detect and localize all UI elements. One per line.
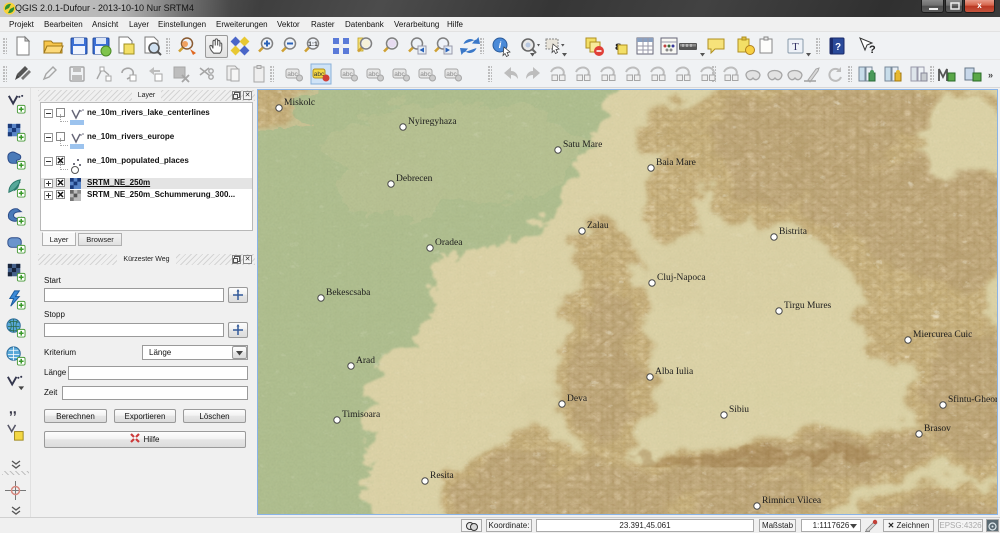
svg-text:,,: ,,	[9, 401, 17, 417]
svg-text:Oradea: Oradea	[435, 238, 463, 248]
svg-text:Brasov: Brasov	[924, 424, 951, 434]
svg-text:1:1: 1:1	[308, 41, 318, 48]
svg-text:Miercurea Cuic: Miercurea Cuic	[913, 330, 972, 340]
svg-text:T: T	[792, 41, 799, 53]
svg-text:Cluj-Napoca: Cluj-Napoca	[657, 273, 706, 283]
svg-text:Nyiregyhaza: Nyiregyhaza	[408, 117, 457, 127]
svg-text:Bekescsaba: Bekescsaba	[326, 288, 371, 298]
svg-text:?: ?	[835, 42, 841, 53]
svg-text:Alba Iulia: Alba Iulia	[655, 367, 694, 377]
svg-text:Arad: Arad	[356, 356, 375, 366]
svg-text:Debrecen: Debrecen	[396, 174, 433, 184]
svg-text:Tirgu Mures: Tirgu Mures	[784, 301, 832, 311]
svg-text:Sibiu: Sibiu	[729, 405, 749, 415]
svg-text:Rimnicu Vilcea: Rimnicu Vilcea	[762, 496, 822, 506]
svg-text:Satu Mare: Satu Mare	[563, 140, 602, 150]
svg-text:Deva: Deva	[567, 394, 588, 404]
svg-text:Timisoara: Timisoara	[342, 410, 381, 420]
svg-text:?: ?	[869, 44, 876, 56]
svg-text:Resita: Resita	[430, 471, 455, 481]
svg-text:Zalau: Zalau	[587, 221, 609, 231]
svg-text:Sfintu-Gheor: Sfintu-Gheor	[948, 394, 997, 405]
svg-text:Baia Mare: Baia Mare	[656, 158, 696, 168]
svg-text:Bistrita: Bistrita	[779, 227, 808, 237]
svg-text:Miskolc: Miskolc	[284, 98, 315, 108]
